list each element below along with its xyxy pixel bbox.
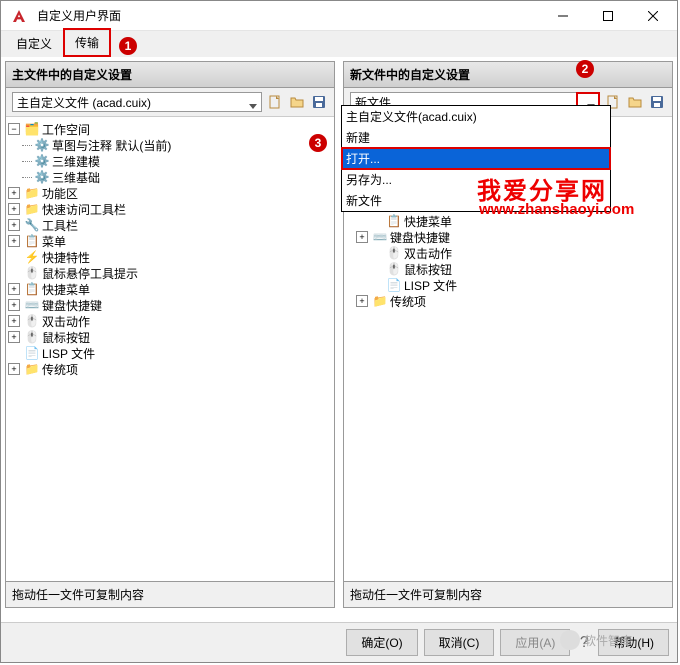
left-footer: 拖动任一文件可复制内容 [6, 581, 334, 607]
tree-node-mouse[interactable]: 🖱️鼠标按钮 [346, 261, 670, 277]
title-bar: 自定义用户界面 [1, 1, 677, 31]
save-icon[interactable] [310, 93, 328, 111]
right-footer: 拖动任一文件可复制内容 [344, 581, 672, 607]
chevron-down-icon [249, 99, 257, 113]
left-toolbar: 主自定义文件 (acad.cuix) [6, 88, 334, 117]
tree-node-3dbasic[interactable]: ⚙️三维基础 [8, 169, 332, 185]
close-button[interactable] [630, 1, 675, 31]
tree-node-menu[interactable]: +📋菜单 [8, 233, 332, 249]
save-icon[interactable] [648, 93, 666, 111]
maximize-button[interactable] [585, 1, 630, 31]
cancel-button[interactable]: 取消(C) [424, 629, 495, 656]
tree-node-toolbar[interactable]: +🔧工具栏 [8, 217, 332, 233]
tree-node-legacy[interactable]: +📁传统项 [346, 293, 670, 309]
dropdown-item-main[interactable]: 主自定义文件(acad.cuix) [342, 106, 610, 127]
tree-node-mouse[interactable]: +🖱️鼠标按钮 [8, 329, 332, 345]
tree-node-dblclick[interactable]: 🖱️双击动作 [346, 245, 670, 261]
watermark-text-2: www.zhanshaoyi.com [479, 201, 634, 218]
tab-bar: 自定义 传输 [1, 31, 677, 57]
wechat-icon [560, 630, 580, 650]
tree-node-lisp[interactable]: 📄LISP 文件 [8, 345, 332, 361]
dropdown-item-open[interactable]: 打开... [342, 148, 610, 169]
tree-node-legacy[interactable]: +📁传统项 [8, 361, 332, 377]
new-file-icon[interactable] [266, 93, 284, 111]
ok-button[interactable]: 确定(O) [346, 629, 417, 656]
annotation-marker-2: 2 [576, 60, 594, 78]
annotation-marker-3: 3 [309, 134, 327, 152]
tab-customize[interactable]: 自定义 [5, 30, 63, 57]
open-folder-icon[interactable] [626, 93, 644, 111]
tree-node-ribbon[interactable]: +📁功能区 [8, 185, 332, 201]
annotation-marker-1: 1 [119, 37, 137, 55]
right-panel-header: 新文件中的自定义设置 [344, 62, 672, 88]
open-folder-icon[interactable] [288, 93, 306, 111]
tree-node-keyboard[interactable]: +⌨️键盘快捷键 [8, 297, 332, 313]
left-file-select[interactable]: 主自定义文件 (acad.cuix) [12, 92, 262, 112]
left-panel-header: 主文件中的自定义设置 [6, 62, 334, 88]
watermark-footer: 软件智库 [560, 630, 632, 650]
window-title: 自定义用户界面 [37, 7, 121, 24]
minimize-button[interactable] [540, 1, 585, 31]
left-select-value: 主自定义文件 (acad.cuix) [17, 94, 151, 111]
tree-node-3dmodel[interactable]: ⚙️三维建模 [8, 153, 332, 169]
dropdown-item-new[interactable]: 新建 [342, 127, 610, 148]
tab-transfer[interactable]: 传输 [63, 28, 111, 57]
tree-node-keyboard[interactable]: +⌨️键盘快捷键 [346, 229, 670, 245]
app-icon [7, 4, 31, 28]
left-tree[interactable]: −🗂️工作空间 ⚙️草图与注释 默认(当前) ⚙️三维建模 ⚙️三维基础 +📁功… [6, 117, 334, 581]
tree-node-lisp[interactable]: 📄LISP 文件 [346, 277, 670, 293]
tree-node-dblclick[interactable]: +🖱️双击动作 [8, 313, 332, 329]
tree-node-hover[interactable]: 🖱️鼠标悬停工具提示 [8, 265, 332, 281]
tree-node-shortcutmenu[interactable]: +📋快捷菜单 [8, 281, 332, 297]
left-panel: 主文件中的自定义设置 主自定义文件 (acad.cuix) −🗂️工作空间 ⚙️… [5, 61, 335, 608]
tree-node-quickprops[interactable]: ⚡快捷特性 [8, 249, 332, 265]
tree-node-qat[interactable]: +📁快速访问工具栏 [8, 201, 332, 217]
tree-node-workspace[interactable]: −🗂️工作空间 [8, 121, 332, 137]
tree-node-drawing[interactable]: ⚙️草图与注释 默认(当前) [8, 137, 332, 153]
